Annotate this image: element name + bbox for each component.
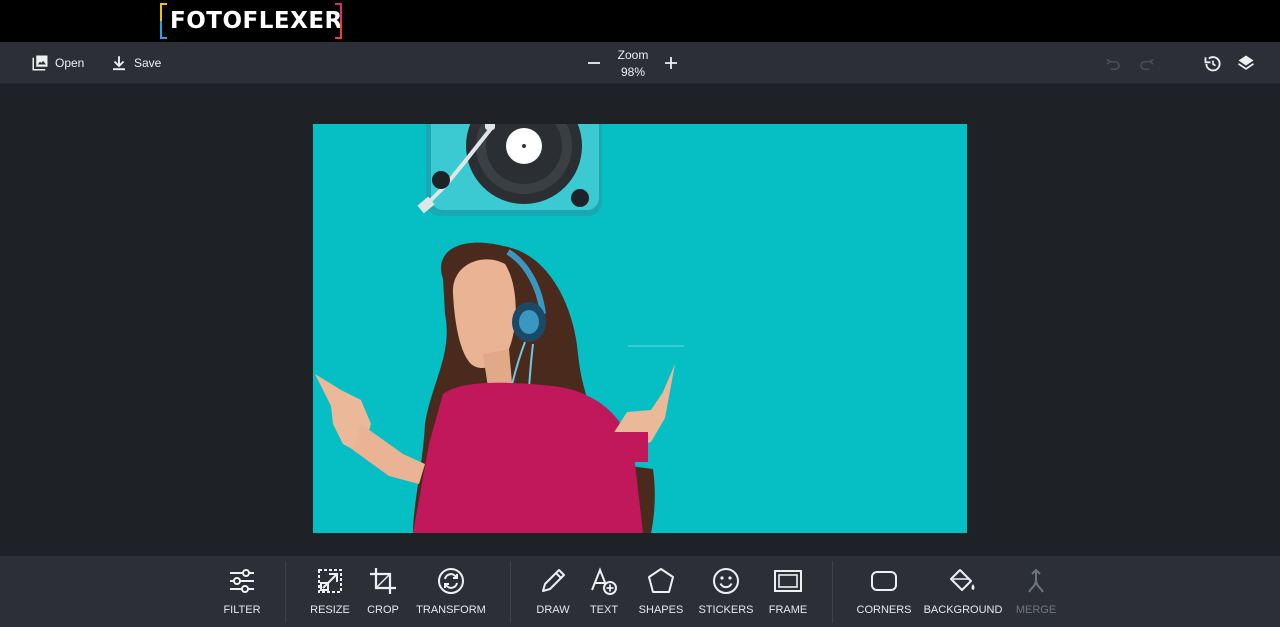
logo: FOTOFLEXER	[160, 3, 342, 39]
tool-draw-label: DRAW	[536, 604, 570, 616]
logo-text: FOTOFLEXER	[170, 8, 343, 34]
tool-separator	[832, 561, 833, 623]
workspace	[0, 84, 1280, 556]
logo-bracket-left-icon	[160, 3, 167, 39]
canvas-image	[315, 124, 684, 533]
tool-shapes-label: SHAPES	[638, 604, 684, 616]
tool-stickers-label: STICKERS	[698, 604, 754, 616]
undo-icon[interactable]	[1104, 55, 1122, 73]
tool-text-label: TEXT	[589, 604, 619, 616]
redo-icon[interactable]	[1138, 55, 1156, 73]
tool-separator	[285, 561, 286, 623]
tool-corners-label: CORNERS	[856, 604, 912, 616]
save-button[interactable]: Save	[110, 53, 161, 73]
tool-background-label: BACKGROUND	[923, 604, 1003, 616]
logo-bracket-right-icon	[335, 3, 342, 39]
tool-transform[interactable]: TRANSFORM	[414, 566, 488, 620]
rotate-icon	[438, 568, 464, 594]
woman-image	[315, 242, 675, 533]
tool-stickers[interactable]: STICKERS	[698, 566, 754, 620]
tool-background[interactable]: BACKGROUND	[923, 566, 1003, 620]
tool-resize[interactable]: RESIZE	[308, 566, 352, 620]
tool-merge[interactable]: MERGE	[1015, 566, 1057, 620]
tool-frame[interactable]: FRAME	[767, 566, 809, 620]
zoom-value: 98%	[620, 65, 646, 79]
rounded-rect-icon	[871, 571, 897, 591]
tool-shapes[interactable]: SHAPES	[636, 566, 686, 620]
merge-icon	[1028, 568, 1044, 593]
zoom-out-button[interactable]	[585, 54, 603, 72]
turntable-image	[417, 124, 602, 216]
tool-resize-label: RESIZE	[310, 604, 350, 616]
save-label: Save	[134, 56, 162, 70]
tool-merge-label: MERGE	[1015, 604, 1057, 616]
image-canvas[interactable]	[313, 124, 967, 533]
frame-icon	[774, 570, 802, 592]
pencil-icon	[542, 569, 565, 592]
crop-icon	[370, 568, 396, 594]
tools-bar: FILTER RESIZE CROP TRANSFORM DRAW TEXT S…	[0, 556, 1280, 627]
tool-corners[interactable]: CORNERS	[856, 566, 912, 620]
text-add-icon	[591, 567, 617, 595]
tool-filter-label: FILTER	[223, 604, 261, 616]
tool-transform-label: TRANSFORM	[416, 604, 486, 616]
open-button[interactable]: Open	[31, 53, 84, 73]
tool-text[interactable]: TEXT	[586, 566, 622, 620]
tool-frame-label: FRAME	[768, 604, 808, 616]
zoom-control: Zoom 98%	[582, 46, 682, 80]
open-label: Open	[55, 56, 85, 70]
tool-filter[interactable]: FILTER	[222, 566, 262, 620]
paint-bucket-icon	[950, 569, 975, 591]
tool-crop-label: CROP	[367, 604, 399, 616]
history-icon[interactable]	[1203, 54, 1223, 74]
image-icon	[32, 55, 48, 71]
tool-crop[interactable]: CROP	[364, 566, 402, 620]
zoom-in-button[interactable]	[662, 54, 680, 72]
top-bar: FOTOFLEXER	[0, 0, 1280, 42]
main-toolbar: Open Save Zoom 98%	[0, 42, 1280, 84]
sliders-icon	[230, 569, 254, 593]
layers-icon[interactable]	[1236, 53, 1256, 73]
smiley-icon	[713, 568, 739, 594]
tool-draw[interactable]: DRAW	[533, 566, 573, 620]
pentagon-icon	[648, 568, 674, 593]
download-icon	[113, 56, 125, 71]
tool-separator	[510, 561, 511, 623]
zoom-label: Zoom	[617, 48, 649, 62]
resize-icon	[318, 569, 342, 593]
